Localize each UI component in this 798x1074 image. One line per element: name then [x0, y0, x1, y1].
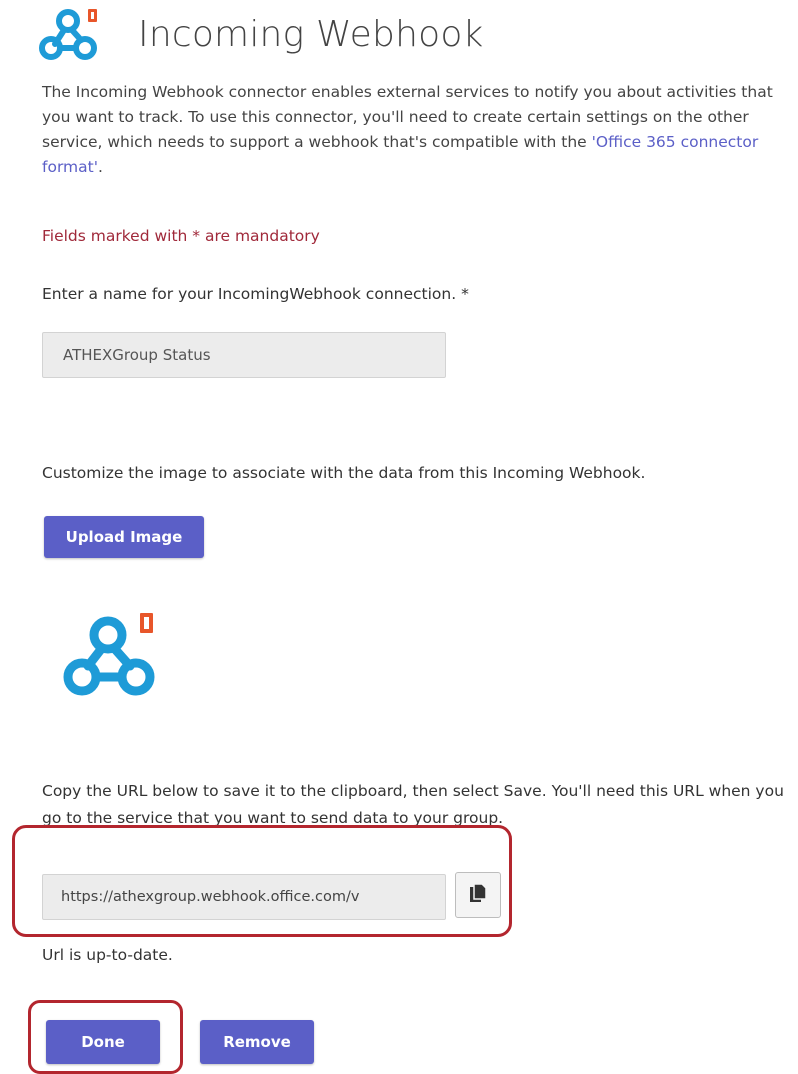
mandatory-note: Fields marked with * are mandatory: [42, 227, 320, 245]
copy-icon: [469, 883, 487, 907]
done-button[interactable]: Done: [46, 1020, 160, 1064]
intro-text: The Incoming Webhook connector enables e…: [42, 80, 782, 180]
webhook-url-input[interactable]: [42, 874, 446, 920]
page-title: Incoming Webhook: [138, 14, 484, 55]
remove-button[interactable]: Remove: [200, 1020, 314, 1064]
webhook-preview-image-icon: [60, 605, 170, 705]
upload-image-button[interactable]: Upload Image: [44, 516, 204, 558]
intro-text-end: .: [97, 158, 103, 176]
connection-name-input[interactable]: [42, 332, 446, 378]
copy-url-button[interactable]: [455, 872, 501, 918]
webhook-logo-icon: [38, 4, 104, 64]
customize-image-label: Customize the image to associate with th…: [42, 464, 646, 482]
url-status-text: Url is up-to-date.: [42, 946, 173, 964]
connection-name-label: Enter a name for your IncomingWebhook co…: [42, 285, 469, 303]
copy-url-instructions: Copy the URL below to save it to the cli…: [42, 782, 784, 827]
